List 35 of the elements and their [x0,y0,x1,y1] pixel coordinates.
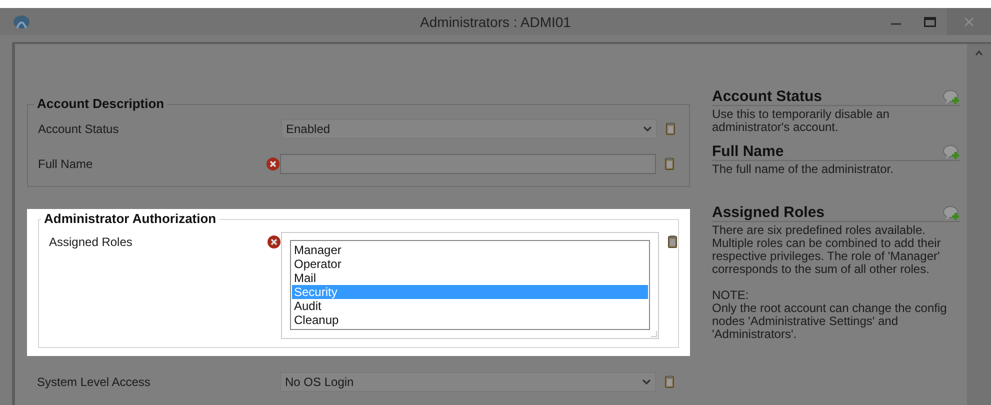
clipboard-icon[interactable] [665,375,674,388]
maximize-icon [924,16,936,26]
dropdown[interactable]: Enabled [281,119,657,139]
role-option[interactable]: Operator [292,257,648,271]
clipboard-icon[interactable] [668,235,677,248]
field-label: Assigned Roles [49,234,134,249]
close-icon [964,16,974,26]
add-comment-icon[interactable] [943,90,960,105]
clipboard-icon[interactable] [665,157,674,170]
section-title: Account Description [34,96,168,111]
field-label: Full Name [38,156,94,171]
section-title: Administrator Authorization [41,211,220,226]
help-title: Assigned Roles [712,204,825,221]
dropdown[interactable]: No OS Login [280,372,656,392]
role-option[interactable]: Cleanup [292,313,648,327]
chevron-down-icon [642,379,651,385]
add-comment-icon[interactable] [943,145,960,160]
resize-grip-icon[interactable] [651,331,657,337]
scroll-up-icon[interactable] [975,50,983,56]
chevron-down-icon [643,126,652,132]
app-logo-icon [13,14,30,28]
field-label: System Level Access [37,374,152,389]
help-text: The full name of the administrator. [712,163,894,176]
role-option[interactable]: Audit [292,299,648,313]
help-text: Use this to temporarily disable an administrator's account. [712,108,890,134]
roles-listbox[interactable]: Manager Operator Mail Security Audit Cleanup [290,240,650,330]
help-text: There are six predefined roles available. Multiple roles can be combined to add their respective privileges. The role of 'Manager' corresponds to the sum of all other roles. NOTE: Only the root account can change the config nodes 'Administrative Settings' and 'Administrators'. [712,224,948,341]
add-comment-icon[interactable] [943,206,960,221]
window-title: Administrators : ADMI01 [420,14,571,30]
clipboard-icon[interactable] [666,122,675,135]
role-option[interactable]: Manager [292,243,648,257]
help-title: Account Status [712,88,822,105]
field-label: Account Status [38,121,120,136]
help-title: Full Name [712,143,784,160]
role-option[interactable]: Mail [292,271,648,285]
